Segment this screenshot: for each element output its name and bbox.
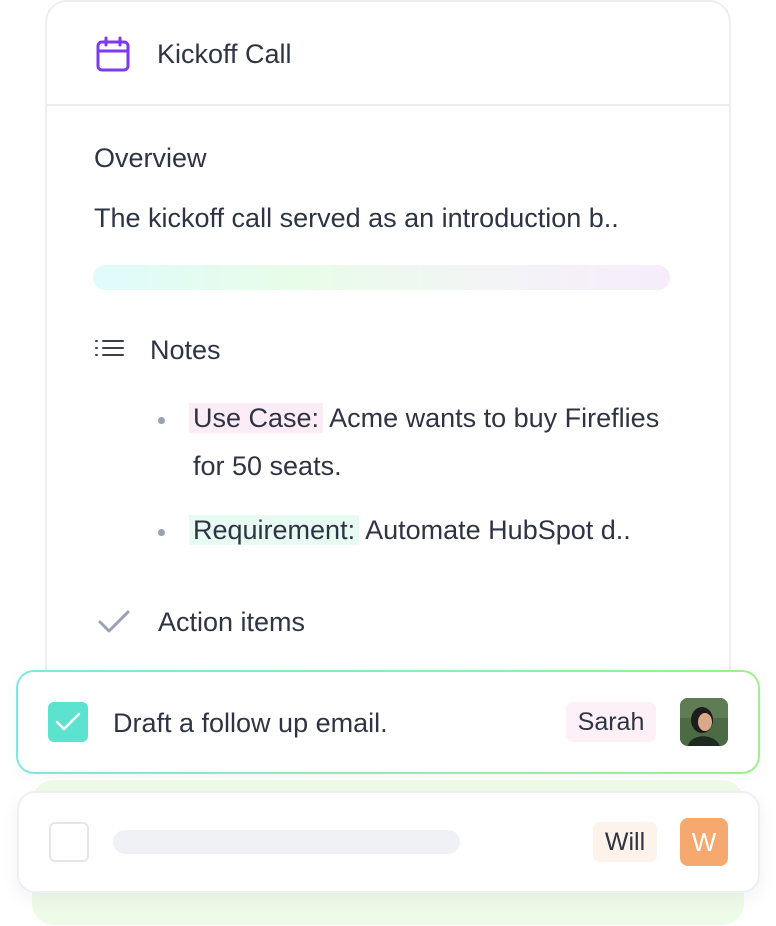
action-items-heading: Action items: [158, 607, 306, 637]
avatar[interactable]: [680, 698, 728, 746]
action-item-row[interactable]: Draft a follow up email. Sarah: [16, 670, 760, 774]
list-icon: [95, 340, 124, 356]
bullet-icon: [158, 417, 165, 424]
bullet-icon: [158, 529, 165, 536]
assignee-tag[interactable]: Sarah: [566, 702, 656, 742]
assignee-tag[interactable]: Will: [593, 822, 657, 862]
overview-text: The kickoff call served as an introducti…: [94, 203, 619, 233]
action-item-text: Draft a follow up email.: [113, 708, 388, 738]
checkmark-icon: [98, 610, 130, 633]
note-label: Requirement:: [189, 515, 360, 545]
card-header: Kickoff Call: [47, 2, 729, 106]
meeting-card: Kickoff Call Overview The kickoff call s…: [45, 0, 731, 740]
note-label: Use Case:: [189, 403, 324, 433]
check-icon: [55, 712, 81, 731]
calendar-icon: [96, 36, 130, 72]
note-text: Requirement: Automate HubSpot d..: [189, 506, 683, 554]
action-item-checkbox[interactable]: [48, 702, 88, 742]
note-text: Use Case: Acme wants to buy Fireflies fo…: [189, 394, 683, 490]
action-item-checkbox[interactable]: [49, 822, 89, 862]
note-body: Automate HubSpot d..: [359, 515, 631, 545]
notes-heading: Notes: [150, 335, 221, 365]
avatar-photo: [680, 698, 728, 746]
overview-heading: Overview: [94, 143, 207, 173]
loading-skeleton-text: [113, 830, 460, 854]
avatar[interactable]: W: [680, 818, 728, 866]
meeting-summary-widget: Kickoff Call Overview The kickoff call s…: [0, 0, 776, 926]
action-item-row[interactable]: Will W: [17, 791, 760, 893]
loading-shimmer-bar: [93, 265, 670, 290]
card-title: Kickoff Call: [157, 39, 292, 69]
